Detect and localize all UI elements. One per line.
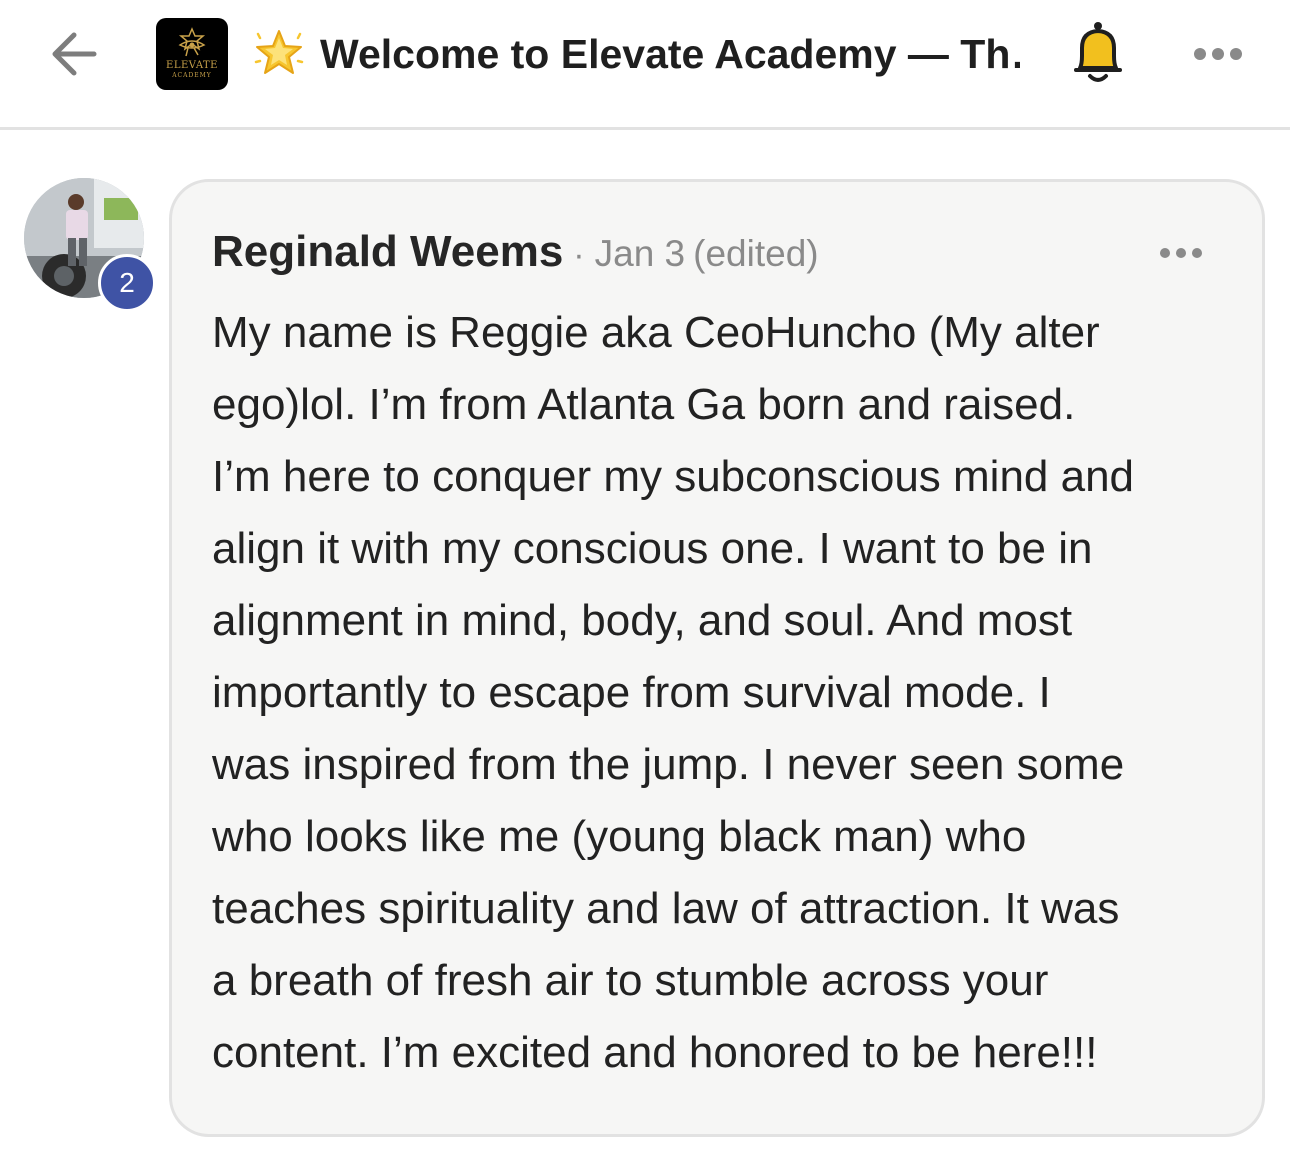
post-more-button[interactable] <box>1156 238 1206 268</box>
meta-separator: · <box>573 236 585 274</box>
post-body-line: I’m here to conquer my subconscious mind… <box>212 452 1135 501</box>
logo-wordmark: ELEVATE <box>166 60 218 71</box>
post-body-line: align it with my conscious one. I want t… <box>212 524 1093 573</box>
back-button[interactable] <box>42 22 106 86</box>
post-body-line: alignment in mind, body, and soul. And m… <box>212 596 1073 645</box>
more-horizontal-icon <box>1160 248 1202 258</box>
post-body-line: ego)lol. I’m from Atlanta Ga born and ra… <box>212 380 1076 429</box>
eye-of-horus-icon <box>156 26 228 60</box>
post-meta: Reginald Weems · Jan 3 (edited) <box>212 224 819 280</box>
group-logo[interactable]: ELEVATE ACADEMY <box>156 18 228 90</box>
author-name[interactable]: Reginald Weems <box>212 227 563 276</box>
notifications-button[interactable] <box>1068 18 1128 88</box>
more-horizontal-icon <box>1194 48 1242 60</box>
level-badge: 2 <box>98 254 156 312</box>
top-bar: ELEVATE ACADEMY Welcome to Elevate Acade… <box>0 0 1290 130</box>
channel-title[interactable]: Welcome to Elevate Academy — Th… <box>320 26 1020 82</box>
glowing-star-icon <box>252 26 306 80</box>
edited-label: (edited) <box>693 233 819 274</box>
post-date: Jan 3 <box>594 233 686 274</box>
post-body-line: teaches spirituality and law of attracti… <box>212 884 1120 933</box>
post-body-line: My name is Reggie aka CeoHuncho (My alte… <box>212 308 1100 357</box>
post-body-line: a breath of fresh air to stumble across … <box>212 956 1049 1005</box>
post-body-line: who looks like me (young black man) who <box>212 812 1027 861</box>
logo-subtitle: ACADEMY <box>172 72 212 79</box>
header-more-button[interactable] <box>1188 36 1248 72</box>
post-body: My name is Reggie aka CeoHuncho (My alte… <box>212 297 1242 1089</box>
post-body-line: content. I’m excited and honored to be h… <box>212 1028 1098 1077</box>
post-body-line: was inspired from the jump. I never seen… <box>212 740 1125 789</box>
bell-icon <box>1074 22 1122 82</box>
post-card: Reginald Weems · Jan 3 (edited) My name is … <box>169 179 1265 1137</box>
post-body-line: importantly to escape from survival mode… <box>212 668 1051 717</box>
arrow-left-icon <box>52 32 97 76</box>
